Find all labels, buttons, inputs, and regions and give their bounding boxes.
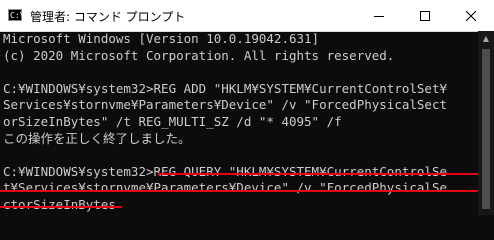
console-line: (c) 2020 Microsoft Corporation. All righ… [3,47,395,63]
console-line: Microsoft Windows [Version 10.0.19042.63… [3,31,320,46]
console-line: この操作を正しく終了しました。 [3,130,191,146]
title-bar[interactable]: C:\ 管理者: コマンド プロンプト [0,0,494,32]
maximize-icon [420,10,430,21]
minimize-button[interactable] [356,0,402,31]
scroll-up-arrow-icon[interactable]: ▲ [478,31,494,47]
vertical-scrollbar[interactable]: ▲ [478,31,494,215]
console-line: t¥Services¥stornvme¥Parameters¥Device" /… [3,180,448,196]
scrollbar-thumb[interactable] [482,49,490,209]
minimize-icon [374,15,384,17]
highlight-underline [158,173,478,175]
console-output[interactable]: Microsoft Windows [Version 10.0.19042.63… [0,31,478,215]
console-line: orSizeInBytes" /t REG_MULTI_SZ /d "* 409… [3,114,342,129]
console-line: C:¥WINDOWS¥system32>REG ADD "HKLM¥SYSTEM… [3,80,448,96]
close-icon [466,10,476,21]
maximize-button[interactable] [402,0,448,31]
window-title: 管理者: コマンド プロンプト [30,10,186,24]
console-line: Services¥stornvme¥Parameters¥Device" /v … [3,97,448,113]
close-button[interactable] [448,0,494,31]
command-prompt-icon: C:\ [8,9,25,21]
highlight-underline [0,190,478,192]
command-prompt-window: C:\ 管理者: コマンド プロンプト Microsoft Windows [V… [0,0,494,215]
window-controls [356,0,494,31]
highlight-underline [0,206,122,208]
